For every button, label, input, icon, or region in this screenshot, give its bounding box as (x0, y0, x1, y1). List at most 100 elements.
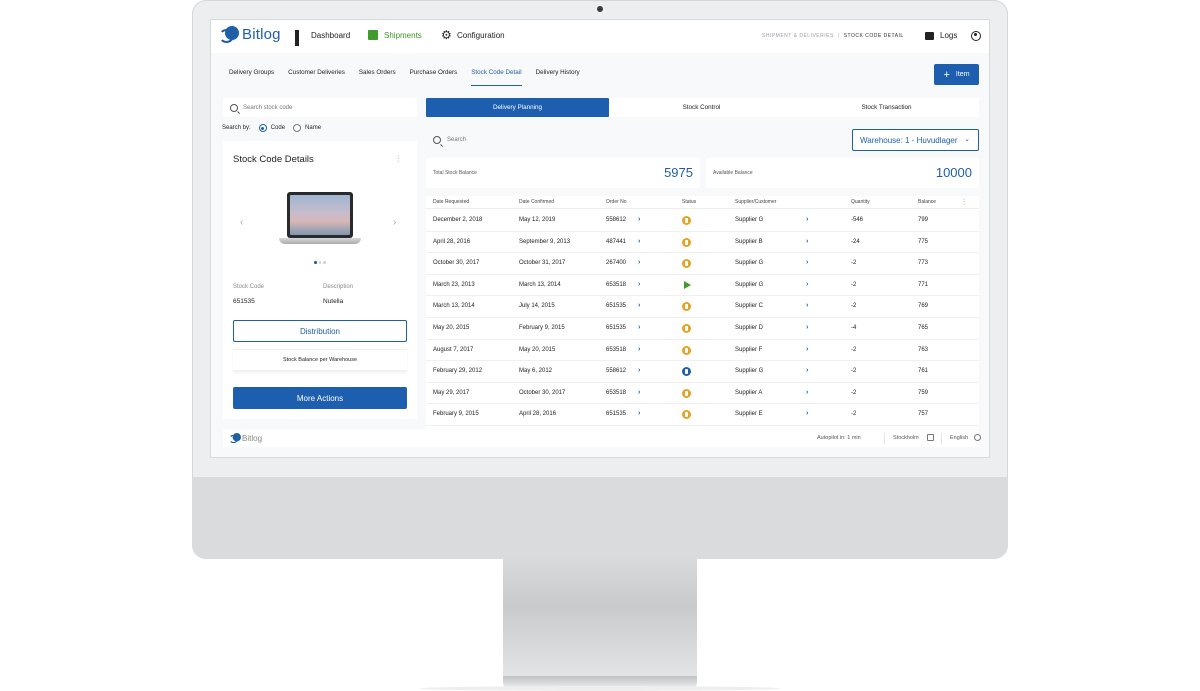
breadcrumb-current: STOCK CODE DETAIL (843, 33, 904, 39)
available-balance-card: Available Balance 10000 (706, 158, 979, 188)
supplier-link-chevron-icon[interactable]: › (806, 367, 808, 374)
table-row[interactable]: March 23, 2013 March 13, 2014 653518 Suppli… (426, 275, 979, 297)
stock-code-details-card: Stock Code Details ⫶ ‹ › Stock Code 6515… (223, 141, 417, 419)
cell-supplier: Supplier B (735, 238, 763, 245)
order-link-chevron-icon[interactable]: › (638, 389, 640, 396)
dashboard-icon (295, 30, 305, 46)
tab-purchase-orders[interactable]: Purchase Orders (410, 69, 458, 86)
breadcrumb-parent[interactable]: SHIPMENT & DELIVERIES (762, 33, 834, 39)
table-row[interactable]: May 20, 2015 February 9, 2015 651535 Suppli… (426, 318, 979, 340)
cell-balance: 775 (918, 238, 929, 245)
col-status[interactable]: Status (682, 199, 696, 205)
status-pending-icon (682, 302, 691, 312)
radio-code[interactable] (258, 124, 267, 132)
tab-stock-code-detail[interactable]: Stock Code Detail (471, 69, 522, 86)
supplier-link-chevron-icon[interactable]: › (806, 346, 808, 353)
distribution-button[interactable]: Distribution (233, 320, 407, 342)
language-select[interactable]: English (950, 435, 968, 441)
warehouse-select[interactable]: Warehouse: 1 - Huvudlager ⌄ (852, 129, 979, 151)
cell-supplier: Supplier F (735, 346, 763, 353)
cell-date-requested: May 29, 2017 (433, 389, 470, 396)
nav-dashboard[interactable]: Dashboard (295, 30, 350, 46)
table-row[interactable]: August 7, 2017 May 20, 2015 653518 Supplier… (426, 340, 979, 362)
stock-balance-per-warehouse-button[interactable]: Stock Balance per Warehouse (233, 349, 407, 371)
col-quantity[interactable]: Quantity (851, 199, 870, 205)
col-order-no[interactable]: Order No (606, 199, 627, 205)
tab-delivery-groups[interactable]: Delivery Groups (229, 69, 274, 86)
col-date-confirmed[interactable]: Date Confirmed (519, 199, 554, 205)
order-link-chevron-icon[interactable]: › (638, 346, 640, 353)
table-row[interactable]: May 29, 2017 October 30, 2017 653518 Suppli… (426, 383, 979, 405)
table-row[interactable]: October 30, 2017 October 31, 2017 267400 Su… (426, 253, 979, 275)
supplier-link-chevron-icon[interactable]: › (806, 238, 808, 245)
radio-name[interactable] (293, 124, 302, 132)
tab-stock-transaction[interactable]: Stock Transaction (794, 98, 979, 117)
footer-divider (884, 433, 885, 444)
carousel-prev-icon[interactable]: ‹ (240, 217, 243, 228)
add-item-button[interactable]: + Item (934, 64, 979, 85)
table-row[interactable]: March 13, 2014 July 14, 2015 651535 Supplie… (426, 296, 979, 318)
order-link-chevron-icon[interactable]: › (638, 281, 640, 288)
cell-balance: 765 (918, 325, 929, 331)
table-row[interactable]: April 28, 2016 September 9, 2013 487441 Sup… (426, 232, 979, 254)
col-supplier-customer[interactable]: Supplier/Customer (735, 199, 776, 205)
column-settings-icon[interactable]: ⫶ (963, 197, 965, 208)
total-stock-balance-card: Total Stock Balance 5975 (426, 158, 700, 188)
tab-stock-control[interactable]: Stock Control (609, 98, 794, 117)
carousel-next-icon[interactable]: › (393, 217, 396, 228)
nav-configuration[interactable]: ⚙ Configuration (441, 29, 505, 41)
autopilot-status: Autopilot in: 1 min (817, 435, 861, 441)
status-pending-icon (682, 345, 691, 355)
cell-date-requested: February 9, 2015 (433, 411, 479, 418)
status-pending-icon (682, 216, 691, 225)
cell-quantity: -546 (851, 217, 864, 223)
order-link-chevron-icon[interactable]: › (638, 410, 640, 417)
order-link-chevron-icon[interactable]: › (638, 302, 640, 309)
tab-delivery-history[interactable]: Delivery History (536, 69, 580, 86)
order-link-chevron-icon[interactable]: › (638, 324, 640, 331)
supplier-link-chevron-icon[interactable]: › (806, 389, 808, 396)
supplier-link-chevron-icon[interactable]: › (806, 281, 808, 288)
logs-icon (925, 31, 934, 40)
stock-code-search-input[interactable]: Search stock code (223, 98, 417, 117)
description-value: Nutella (323, 298, 344, 305)
order-link-chevron-icon[interactable]: › (638, 216, 640, 223)
table-row[interactable]: December 2, 2018 May 12, 2019 558612 Suppli… (426, 210, 979, 232)
cell-date-requested: April 28, 2016 (433, 238, 471, 245)
status-pending-icon (682, 237, 691, 247)
supplier-link-chevron-icon[interactable]: › (806, 410, 808, 417)
radio-name-label[interactable]: Name (305, 125, 321, 131)
order-link-chevron-icon[interactable]: › (638, 238, 640, 245)
cell-supplier: Supplier C (735, 303, 764, 310)
cell-date-confirmed: March 13, 2014 (519, 281, 561, 288)
location-label[interactable]: Stockholm (893, 435, 919, 441)
col-balance[interactable]: Balance (918, 199, 936, 205)
table-search-input[interactable]: Search (426, 130, 848, 150)
order-link-chevron-icon[interactable]: › (638, 367, 640, 374)
nav-logs[interactable]: Logs (925, 31, 957, 40)
tab-sales-orders[interactable]: Sales Orders (359, 69, 396, 86)
supplier-link-chevron-icon[interactable]: › (806, 324, 808, 331)
supplier-link-chevron-icon[interactable]: › (806, 216, 808, 223)
cell-balance: 773 (918, 260, 929, 267)
user-account-icon[interactable] (971, 31, 981, 41)
nav-shipments[interactable]: Shipments (368, 30, 422, 40)
cell-balance: 759 (918, 389, 929, 396)
tab-customer-deliveries[interactable]: Customer Deliveries (288, 69, 345, 86)
brand-logo[interactable]: Bitlog (219, 26, 281, 43)
supplier-link-chevron-icon[interactable]: › (806, 302, 808, 309)
tab-delivery-planning[interactable]: Delivery Planning (426, 98, 609, 117)
supplier-link-chevron-icon[interactable]: › (806, 259, 808, 266)
col-date-requested[interactable]: Date Requested (433, 199, 469, 205)
carousel-dots[interactable] (314, 261, 328, 264)
cell-date-requested: March 23, 2013 (433, 281, 475, 288)
order-link-chevron-icon[interactable]: › (638, 259, 640, 266)
settings-sliders-icon[interactable]: ⫶ (397, 154, 399, 165)
more-actions-button[interactable]: More Actions (233, 387, 407, 409)
radio-code-label[interactable]: Code (271, 125, 285, 131)
status-pending-icon (682, 324, 691, 333)
table-row[interactable]: February 9, 2015 April 28, 2016 651535 Supp… (426, 404, 979, 426)
cell-date-requested: May 20, 2015 (433, 325, 470, 331)
search-icon (230, 103, 238, 112)
table-row[interactable]: February 29, 2012 May 6, 2012 558612 Suppli… (426, 361, 979, 383)
